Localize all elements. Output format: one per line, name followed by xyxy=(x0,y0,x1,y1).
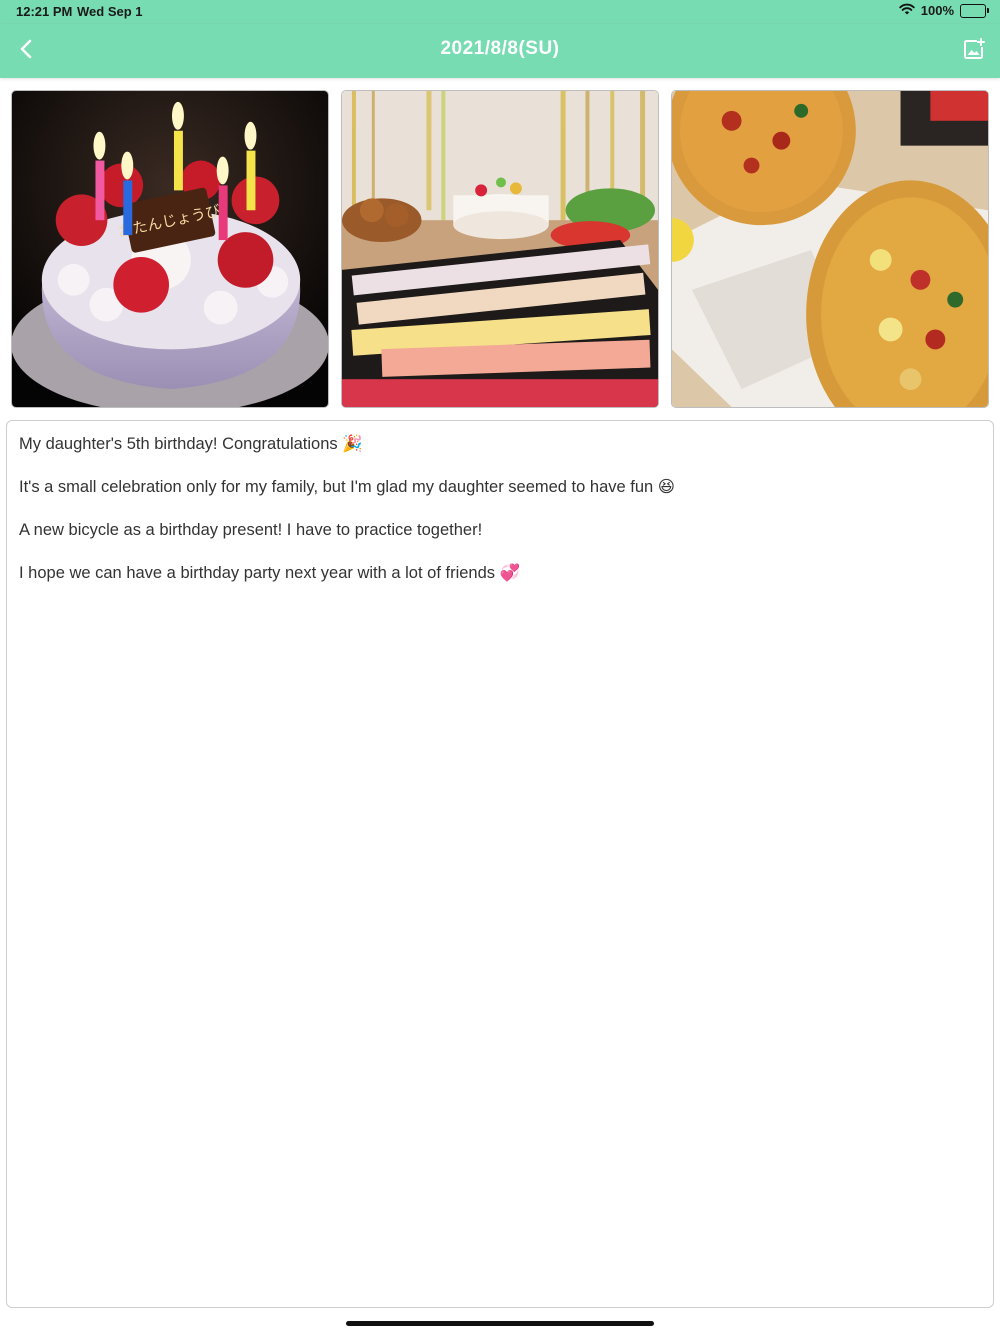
page-title: 2021/8/8(SU) xyxy=(440,38,560,59)
note-line: I hope we can have a birthday party next… xyxy=(19,564,521,582)
note-line: A new bicycle as a birthday present! I h… xyxy=(19,521,483,539)
status-time: 12:21 PM xyxy=(16,4,73,19)
home-indicator[interactable] xyxy=(346,1321,654,1326)
wifi-icon xyxy=(899,3,915,18)
note-line: It's a small celebration only for my fam… xyxy=(19,478,675,496)
battery-percent: 100% xyxy=(920,3,954,18)
photo-pizza[interactable] xyxy=(671,90,989,408)
battery-icon xyxy=(960,3,989,18)
photo-birthday-cake[interactable]: おたんじょうび xyxy=(11,90,329,408)
status-bar: 12:21 PM Wed Sep 1 100% xyxy=(0,0,1000,24)
status-right: 100% xyxy=(899,3,989,18)
photo-strip: おたんじょうび xyxy=(11,90,989,408)
photo-party-table[interactable] xyxy=(341,90,659,408)
note-line: My daughter's 5th birthday! Congratulati… xyxy=(19,435,363,453)
add-photo-button[interactable] xyxy=(960,37,988,65)
navigation-bar: 2021/8/8(SU) xyxy=(0,24,1000,78)
add-photo-icon xyxy=(963,37,985,65)
diary-note[interactable]: My daughter's 5th birthday! Congratulati… xyxy=(6,420,994,1308)
status-date: Wed Sep 1 xyxy=(77,4,143,19)
